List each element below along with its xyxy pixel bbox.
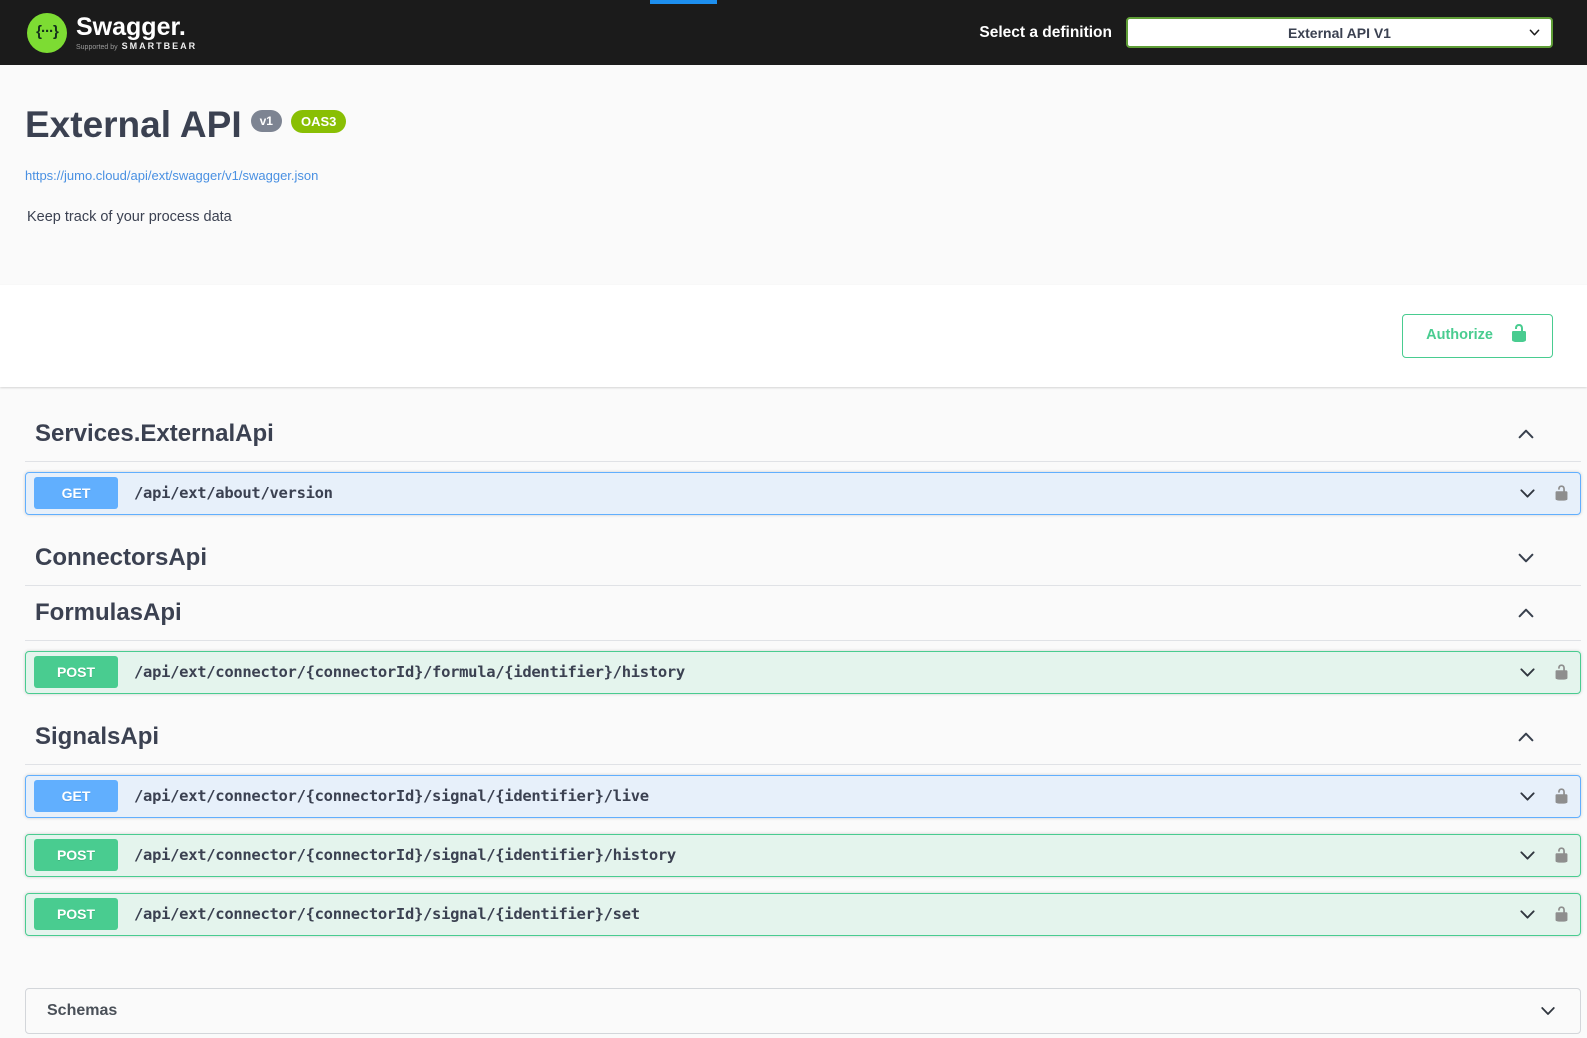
expand-chevron-down-icon: [1517, 662, 1538, 683]
operation-path: /api/ext/connector/{connectorId}/signal/…: [134, 846, 1517, 864]
section-chevron-icon: [1515, 547, 1537, 569]
section-title: Services.ExternalApi: [35, 420, 274, 448]
http-method-badge: POST: [34, 656, 118, 688]
section-title: FormulasApi: [35, 599, 182, 627]
oas3-badge: OAS3: [291, 110, 346, 133]
info-section: External API v1 OAS3 https://jumo.cloud/…: [0, 65, 1587, 285]
swagger-wordmark: Swagger.: [76, 14, 197, 40]
http-method-badge: GET: [34, 780, 118, 812]
supported-by-label: Supported by: [76, 44, 118, 51]
schemas-chevron-down-icon: [1538, 1001, 1558, 1021]
api-section: SignalsApi GET /api/ext/connector/{conne…: [25, 710, 1581, 936]
scheme-container: Authorize: [0, 285, 1587, 387]
select-definition-label: Select a definition: [979, 24, 1112, 42]
authorize-label: Authorize: [1426, 326, 1493, 345]
api-section: Services.ExternalApi GET /api/ext/about/…: [25, 407, 1581, 515]
auth-lock-icon[interactable]: [1553, 483, 1570, 503]
operation-row[interactable]: POST /api/ext/connector/{connectorId}/fo…: [25, 651, 1581, 694]
operation-row[interactable]: GET /api/ext/about/version: [25, 472, 1581, 515]
http-method-badge: POST: [34, 839, 118, 871]
definition-select[interactable]: External API V1: [1126, 17, 1553, 48]
http-method-badge: POST: [34, 898, 118, 930]
definition-select-value: External API V1: [1288, 25, 1391, 41]
smartbear-wordmark: SMARTBEAR: [122, 41, 198, 51]
swagger-logo[interactable]: {···} Swagger. Supported by SMARTBEAR: [27, 13, 197, 53]
api-description: Keep track of your process data: [27, 209, 1562, 225]
api-section: FormulasApi POST /api/ext/connector/{con…: [25, 586, 1581, 694]
operation-row[interactable]: POST /api/ext/connector/{connectorId}/si…: [25, 893, 1581, 936]
page-title: External API: [25, 103, 242, 147]
operation-row[interactable]: GET /api/ext/connector/{connectorId}/sig…: [25, 775, 1581, 818]
select-chevron-down-icon: [1527, 25, 1542, 40]
auth-lock-icon[interactable]: [1553, 904, 1570, 924]
operation-path: /api/ext/connector/{connectorId}/signal/…: [134, 905, 1517, 923]
top-loading-indicator: [650, 0, 717, 4]
expand-chevron-down-icon: [1517, 786, 1538, 807]
section-header[interactable]: FormulasApi: [25, 586, 1581, 641]
http-method-badge: GET: [34, 477, 118, 509]
section-operations: POST /api/ext/connector/{connectorId}/fo…: [25, 651, 1581, 694]
operation-row[interactable]: POST /api/ext/connector/{connectorId}/si…: [25, 834, 1581, 877]
auth-lock-icon[interactable]: [1553, 786, 1570, 806]
section-chevron-icon: [1515, 726, 1537, 748]
sections: Services.ExternalApi GET /api/ext/about/…: [25, 407, 1581, 936]
section-header[interactable]: SignalsApi: [25, 710, 1581, 765]
auth-lock-icon[interactable]: [1553, 662, 1570, 682]
section-header[interactable]: ConnectorsApi: [25, 531, 1581, 586]
expand-chevron-down-icon: [1517, 845, 1538, 866]
section-header[interactable]: Services.ExternalApi: [25, 407, 1581, 462]
section-chevron-icon: [1515, 602, 1537, 624]
authorize-button[interactable]: Authorize: [1402, 314, 1553, 358]
expand-chevron-down-icon: [1517, 904, 1538, 925]
expand-chevron-down-icon: [1517, 483, 1538, 504]
api-section: ConnectorsApi: [25, 531, 1581, 586]
unlock-icon: [1509, 323, 1529, 349]
operation-path: /api/ext/connector/{connectorId}/formula…: [134, 663, 1517, 681]
schemas-section[interactable]: Schemas: [25, 988, 1581, 1034]
operations-container: Services.ExternalApi GET /api/ext/about/…: [0, 387, 1587, 1034]
topbar: {···} Swagger. Supported by SMARTBEAR Se…: [0, 0, 1587, 65]
spec-url-link[interactable]: https://jumo.cloud/api/ext/swagger/v1/sw…: [25, 168, 318, 183]
section-operations: GET /api/ext/about/version: [25, 472, 1581, 515]
schemas-title: Schemas: [47, 1002, 117, 1020]
section-title: SignalsApi: [35, 723, 159, 751]
version-badge: v1: [251, 110, 282, 132]
operation-path: /api/ext/about/version: [134, 484, 1517, 502]
section-title: ConnectorsApi: [35, 544, 207, 572]
section-chevron-icon: [1515, 423, 1537, 445]
swagger-logo-icon: {···}: [27, 13, 67, 53]
section-operations: GET /api/ext/connector/{connectorId}/sig…: [25, 775, 1581, 936]
auth-lock-icon[interactable]: [1553, 845, 1570, 865]
operation-path: /api/ext/connector/{connectorId}/signal/…: [134, 787, 1517, 805]
